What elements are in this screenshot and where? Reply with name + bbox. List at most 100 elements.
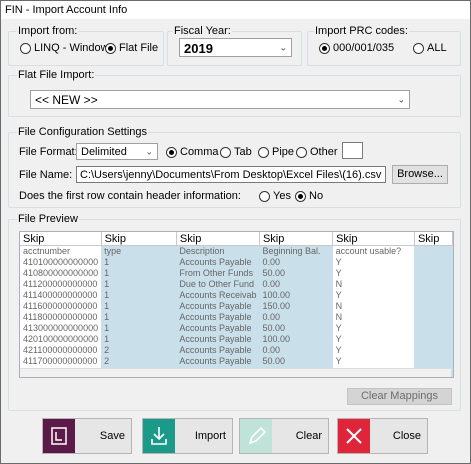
radio-comma-dot[interactable] xyxy=(166,146,177,158)
radio-flat-file[interactable]: Flat File xyxy=(105,42,158,54)
radio-flat-file-label: Flat File xyxy=(119,42,159,54)
table-row: 411400000000000 1 Accounts Receivab 100.00 Y xyxy=(20,290,453,301)
import-button-label: Import xyxy=(194,430,226,442)
fiscal-year-select[interactable]: 2019 ⌄ xyxy=(179,38,292,57)
table-cell: Accounts Payable xyxy=(176,301,260,312)
table-cell: 1 xyxy=(101,301,177,312)
table-cell xyxy=(414,257,453,268)
table-cell: 1 xyxy=(101,323,177,334)
column-header[interactable]: Skip xyxy=(414,232,453,246)
table-cell xyxy=(414,279,453,290)
table-cell xyxy=(414,290,453,301)
radio-pipe[interactable]: Pipe xyxy=(258,146,294,158)
file-name-value: C:\Users\jenny\Documents\From Desktop\Ex… xyxy=(80,169,382,181)
browse-button[interactable]: Browse... xyxy=(392,165,448,184)
table-cell: 0.00 xyxy=(259,312,333,323)
column-header[interactable]: Skip xyxy=(259,232,334,246)
radio-other-label: Other xyxy=(310,146,338,158)
table-cell: 1 xyxy=(101,290,177,301)
table-row: 420100000000000 1 Accounts Payable 100.00 Y xyxy=(20,334,453,345)
save-icon xyxy=(43,419,75,453)
table-row: 413000000000000 1 Accounts Payable 50.00 Y xyxy=(20,323,453,334)
table-cell: 1 xyxy=(101,268,177,279)
radio-other[interactable]: Other xyxy=(296,146,338,158)
table-cell: N xyxy=(332,279,415,290)
table-cell: 0.00 xyxy=(259,279,333,290)
table-cell: Description xyxy=(176,245,260,257)
import-window: FIN - Import Account Info Import from: L… xyxy=(0,0,471,464)
table-cell: Y xyxy=(332,323,415,334)
radio-pipe-dot[interactable] xyxy=(258,146,269,158)
table-cell: Accounts Payable xyxy=(176,345,260,356)
column-header[interactable]: Skip xyxy=(101,232,177,246)
table-cell xyxy=(414,312,453,323)
import-prc-label: Import PRC codes: xyxy=(314,25,409,37)
table-cell xyxy=(414,245,453,257)
flat-file-import-value: << NEW >> xyxy=(35,93,98,107)
radio-tab-dot[interactable] xyxy=(220,146,231,158)
close-button[interactable]: Close xyxy=(337,418,428,454)
browse-button-label: Browse... xyxy=(397,168,443,180)
radio-linq[interactable]: LINQ - Windows xyxy=(20,42,114,54)
save-button[interactable]: Save xyxy=(42,418,132,454)
table-row: acctnumber type Description Beginning Bal. a… xyxy=(20,245,453,257)
file-format-select[interactable]: Delimited ⌄ xyxy=(76,143,158,160)
clear-button[interactable]: Clear xyxy=(239,418,329,454)
radio-header-yes[interactable]: Yes xyxy=(259,190,291,202)
table-cell xyxy=(414,356,453,367)
table-cell: N xyxy=(332,312,415,323)
radio-prc-all-label: ALL xyxy=(427,42,447,54)
flat-file-import-select[interactable]: << NEW >> ⌄ xyxy=(30,90,410,109)
file-format-value: Delimited xyxy=(81,146,127,158)
table-cell: 2 xyxy=(101,345,177,356)
clear-mappings-button[interactable]: Clear Mappings xyxy=(347,388,452,405)
radio-comma[interactable]: Comma xyxy=(166,146,219,158)
table-cell xyxy=(414,323,453,334)
file-preview-grid[interactable]: Skip Skip Skip Skip Skip Skip acctnumber… xyxy=(19,231,454,378)
radio-prc-all[interactable]: ALL xyxy=(413,42,447,54)
radio-other-dot[interactable] xyxy=(296,146,307,158)
radio-header-no-label: No xyxy=(309,190,324,202)
table-cell: Y xyxy=(332,345,415,356)
save-button-label: Save xyxy=(99,430,125,442)
table-row: 411200000000000 1 Due to Other Fund 0.00 N xyxy=(20,279,453,290)
table-cell: 50.00 xyxy=(259,323,333,334)
table-row: 411800000000000 1 Accounts Payable 0.00 N xyxy=(20,312,453,323)
table-cell: Accounts Receivab xyxy=(176,290,260,301)
table-cell: Accounts Payable xyxy=(176,323,260,334)
close-icon xyxy=(338,419,370,453)
radio-tab-label: Tab xyxy=(234,146,252,158)
other-delimiter-input[interactable] xyxy=(342,142,363,159)
file-name-input[interactable]: C:\Users\jenny\Documents\From Desktop\Ex… xyxy=(76,166,386,183)
import-button[interactable]: Import xyxy=(142,418,233,454)
table-cell xyxy=(414,268,453,279)
table-cell: 411700000000000 xyxy=(20,356,102,367)
table-cell: account usable? xyxy=(332,245,415,257)
column-header[interactable]: Skip xyxy=(176,232,260,246)
radio-linq-dot[interactable] xyxy=(20,42,31,54)
preview-table: Skip Skip Skip Skip Skip Skip acctnumber… xyxy=(20,232,453,377)
header-question-label: Does the first row contain header inform… xyxy=(19,190,241,202)
column-header[interactable]: Skip xyxy=(332,232,415,246)
radio-flat-file-dot[interactable] xyxy=(105,42,116,54)
radio-prc-000[interactable]: 000/001/035 xyxy=(319,42,394,54)
radio-header-no[interactable]: No xyxy=(295,190,323,202)
table-cell: 411800000000000 xyxy=(20,312,102,323)
chevron-down-icon: ⌄ xyxy=(145,146,153,156)
chevron-down-icon: ⌄ xyxy=(397,94,405,104)
radio-prc-all-dot[interactable] xyxy=(413,42,424,54)
table-cell: Y xyxy=(332,268,415,279)
radio-header-no-dot[interactable] xyxy=(295,190,306,202)
file-format-label: File Format: xyxy=(19,146,78,158)
fiscal-year-value: 2019 xyxy=(184,41,213,56)
radio-prc-000-dot[interactable] xyxy=(319,42,330,54)
radio-tab[interactable]: Tab xyxy=(220,146,252,158)
close-button-label: Close xyxy=(392,430,421,442)
table-cell: 50.00 xyxy=(259,356,333,367)
radio-header-yes-dot[interactable] xyxy=(259,190,270,202)
table-cell: 1 xyxy=(101,334,177,345)
horizontal-scrollbar[interactable] xyxy=(20,368,451,377)
column-header[interactable]: Skip xyxy=(20,232,102,246)
table-cell xyxy=(414,334,453,345)
radio-header-yes-label: Yes xyxy=(273,190,291,202)
